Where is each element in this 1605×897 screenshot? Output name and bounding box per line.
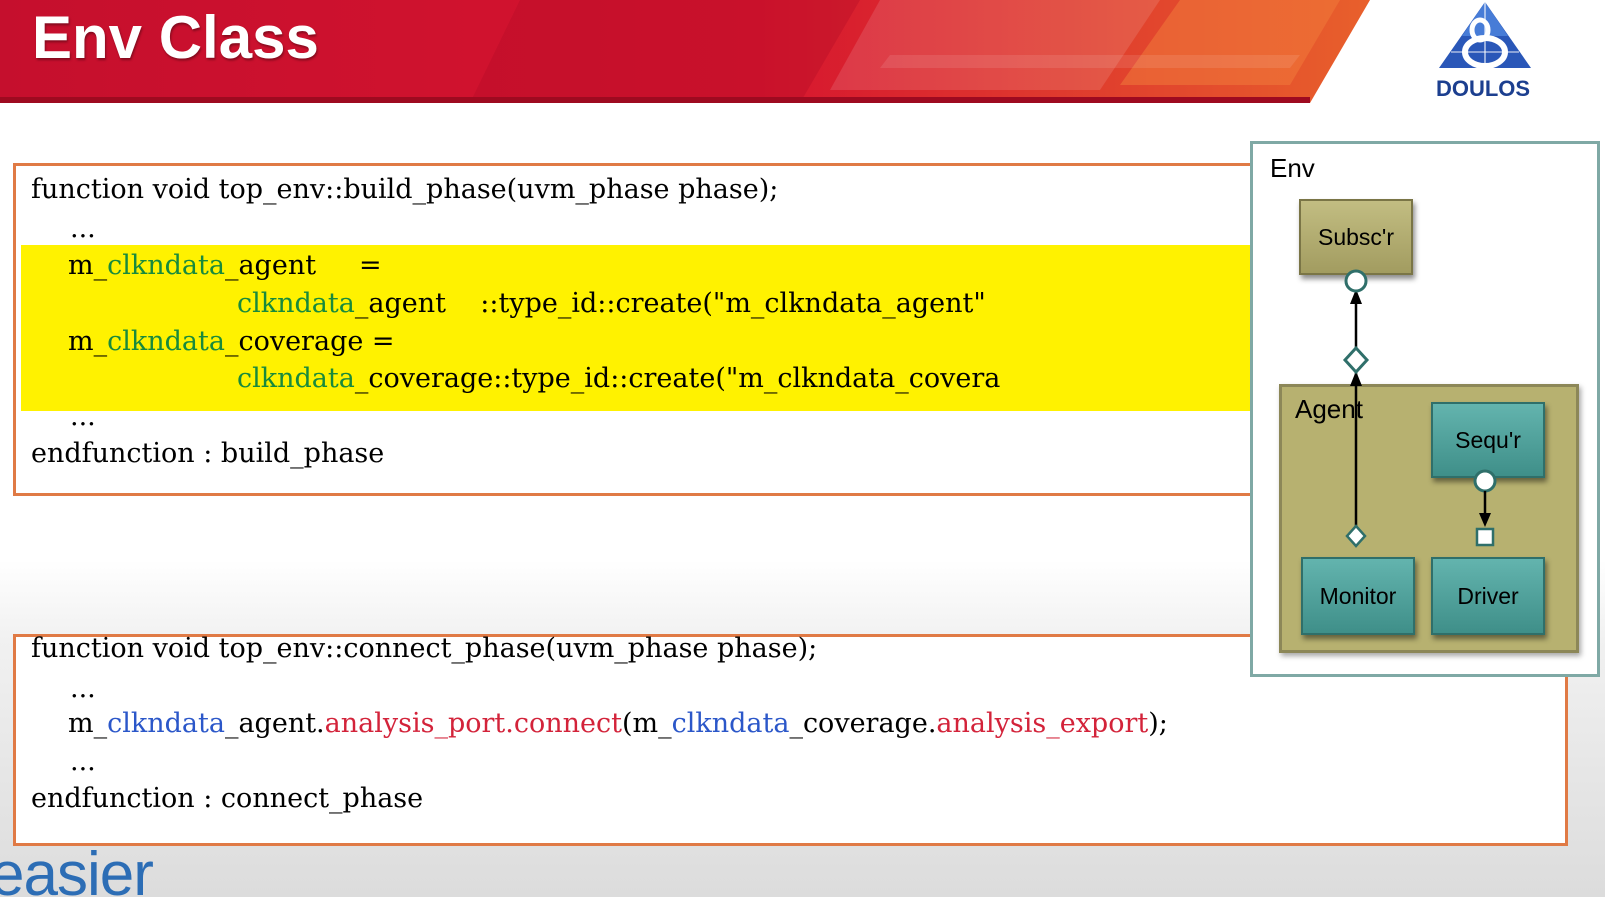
code-token: _agent. <box>224 708 325 739</box>
code-token: ); <box>1148 708 1168 739</box>
easier-logo: easier <box>0 840 153 897</box>
code-token: clkndata <box>237 288 355 319</box>
code-ellipsis: ... <box>70 673 96 704</box>
code-line-coverage-var: m_clkndata_coverage = <box>68 325 395 359</box>
code-token: analysis_port.connect <box>324 708 622 739</box>
code-token: m_ <box>68 326 108 357</box>
code-token: clkndata <box>237 363 355 394</box>
agent-port-icon <box>1342 345 1370 375</box>
slide-title: Env Class <box>32 4 319 71</box>
code-token: m_ <box>68 250 108 281</box>
code-token: _coverage. <box>789 708 937 739</box>
title-banner: Env Class DOULOS <box>0 0 1605 103</box>
code-token: (m_ <box>621 708 672 739</box>
code-token: analysis_export <box>936 708 1149 739</box>
build-phase-code-box: function void top_env::build_phase(uvm_p… <box>13 163 1283 496</box>
code-token: clkndata <box>107 708 225 739</box>
code-ellipsis: ... <box>70 213 96 244</box>
doulos-logo-text: DOULOS <box>1435 76 1531 101</box>
code-token: _coverage = <box>224 326 395 357</box>
code-line-agent-var: m_clkndata_agent = <box>68 249 382 283</box>
monitor-component: Monitor <box>1301 557 1415 635</box>
arrow-head-icon <box>1350 289 1362 304</box>
connect-end: endfunction : connect_phase <box>31 783 424 814</box>
subscriber-component: Subsc'r <box>1299 199 1413 275</box>
code-token: = <box>316 250 382 281</box>
code-line-connect: m_clkndata_agent.analysis_port.connect(m… <box>68 707 1168 741</box>
sequencer-component: Sequ'r <box>1431 402 1545 478</box>
code-line-agent-create: clkndata_agent ::type_id::create("m_clkn… <box>237 287 986 321</box>
code-token: _coverage::type_id::create("m_clkndata_c… <box>354 363 1001 394</box>
easier-logo-text: easier <box>0 840 153 897</box>
code-token: _agent ::type_id::create("m_clkndata_age… <box>354 288 986 319</box>
code-ellipsis: ... <box>70 746 96 777</box>
code-token: clkndata <box>107 326 225 357</box>
driver-component: Driver <box>1431 557 1545 635</box>
code-token: _agent <box>224 250 317 281</box>
code-token: clkndata <box>671 708 790 739</box>
uvm-env-diagram: Env Agent Subsc'r Sequ'r Monitor Driver <box>1250 141 1600 677</box>
build-end: endfunction : build_phase <box>31 438 385 469</box>
code-token: clkndata <box>107 250 225 281</box>
agent-label: Agent <box>1295 394 1363 424</box>
code-line: function void top_env::build_phase(uvm_p… <box>31 173 778 207</box>
connect-signature: function void top_env::connect_phase(uvm… <box>31 633 818 664</box>
code-token: m_ <box>68 708 108 739</box>
env-label: Env <box>1270 153 1315 183</box>
code-ellipsis: ... <box>70 401 96 432</box>
build-signature: function void top_env::build_phase(uvm_p… <box>31 174 779 205</box>
code-line-coverage-create: clkndata_coverage::type_id::create("m_cl… <box>237 362 1000 396</box>
